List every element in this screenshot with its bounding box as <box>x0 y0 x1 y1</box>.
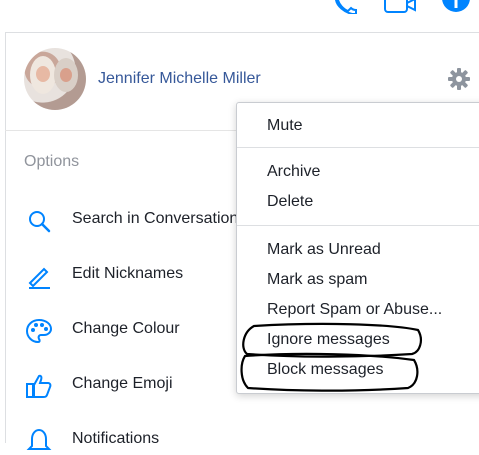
phone-icon[interactable] <box>334 0 364 14</box>
menu-item-mute[interactable]: Mute <box>267 117 303 135</box>
option-label: Notifications <box>72 430 160 447</box>
menu-item-delete[interactable]: Delete <box>267 193 313 211</box>
option-label: Change Emoji <box>72 375 173 392</box>
option-change-colour[interactable]: Change Colour <box>24 315 254 345</box>
menu-item-mark-spam[interactable]: Mark as spam <box>267 271 367 289</box>
option-label: Search in Conversation <box>72 210 239 227</box>
pencil-icon <box>28 267 50 289</box>
option-label: Edit Nicknames <box>72 265 184 282</box>
conversation-actions-menu: Mute Archive Delete Mark as Unread Mark … <box>236 102 479 394</box>
palette-icon <box>26 318 52 344</box>
options-heading: Options <box>24 153 80 170</box>
section-divider <box>5 130 237 131</box>
menu-item-mark-unread[interactable]: Mark as Unread <box>267 241 381 259</box>
profile-name[interactable]: Jennifer Michelle Miller <box>98 70 261 88</box>
option-notifications[interactable]: Notifications <box>24 425 254 455</box>
gear-icon[interactable] <box>448 68 470 90</box>
menu-item-archive[interactable]: Archive <box>267 163 320 181</box>
search-icon <box>29 211 51 233</box>
menu-item-report-spam[interactable]: Report Spam or Abuse... <box>267 301 442 319</box>
menu-divider <box>237 147 479 148</box>
conversation-header <box>0 0 479 32</box>
video-camera-icon[interactable] <box>383 0 417 14</box>
bell-icon <box>26 428 52 450</box>
option-label: Change Colour <box>72 320 180 337</box>
option-edit-nicknames[interactable]: Edit Nicknames <box>24 260 254 290</box>
menu-item-ignore-messages[interactable]: Ignore messages <box>267 331 390 349</box>
panel-border <box>5 33 6 443</box>
avatar[interactable] <box>24 48 86 110</box>
option-search-in-conversation[interactable]: Search in Conversation <box>24 205 254 235</box>
info-icon[interactable] <box>441 0 471 14</box>
option-change-emoji[interactable]: Change Emoji <box>24 370 254 400</box>
menu-item-block-messages[interactable]: Block messages <box>267 361 384 379</box>
header-divider <box>5 32 479 33</box>
thumbs-up-icon <box>26 374 52 398</box>
menu-divider <box>237 225 479 226</box>
